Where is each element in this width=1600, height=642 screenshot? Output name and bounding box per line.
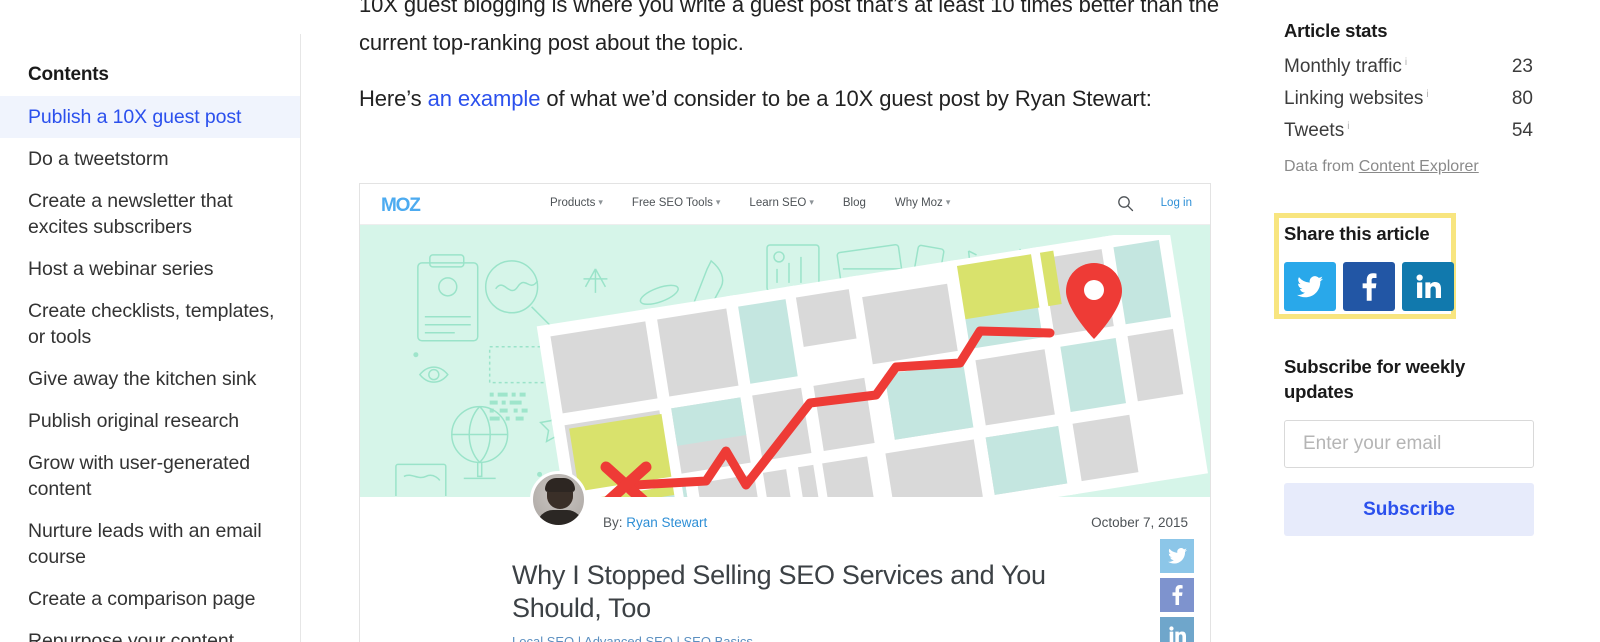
toc-item-host-a-webinar-series[interactable]: Host a webinar series <box>0 248 300 290</box>
stat-value-monthly-traffic: 23 <box>1511 56 1533 77</box>
toc-item-create-a-newsletter[interactable]: Create a newsletter that excites subscri… <box>0 180 300 248</box>
stat-label-text: Linking websites <box>1284 88 1424 109</box>
moz-nav-free-seo-tools-label: Free SEO Tools <box>631 197 713 209</box>
toc-item-publish-original-research[interactable]: Publish original research <box>0 400 300 442</box>
search-icon[interactable] <box>1117 195 1134 212</box>
byline-prefix: By: <box>603 515 627 530</box>
embed-share-rail <box>1160 539 1194 642</box>
stat-value-tweets: 54 <box>1511 120 1533 141</box>
stat-value-linking-websites: 80 <box>1511 88 1533 109</box>
byline-author-name[interactable]: Ryan Stewart <box>626 515 707 530</box>
embedded-screenshot-moz-article: MOZ Products ▾ Free SEO Tools ▾ Learn SEO ▾… <box>359 183 1211 642</box>
facebook-icon <box>1362 272 1376 301</box>
moz-login-link[interactable]: Log in <box>1161 197 1192 209</box>
article-stats-heading: Article stats <box>1284 20 1388 41</box>
share-facebook-button[interactable] <box>1343 262 1395 311</box>
moz-navbar: MOZ Products ▾ Free SEO Tools ▾ Learn SEO ▾… <box>360 184 1210 225</box>
share-twitter-button[interactable] <box>1284 262 1336 311</box>
toc-item-give-away-kitchen-sink[interactable]: Give away the kitchen sink <box>0 358 300 400</box>
stat-label-linking-websites: Linking websites i <box>1284 88 1429 110</box>
info-icon[interactable]: i <box>1347 121 1349 132</box>
embed-article-categories[interactable]: Local SEO | Advanced SEO | SEO Basics <box>512 634 1210 642</box>
embed-article-body: Why I Stopped Selling SEO Services and Y… <box>360 541 1210 642</box>
article-page: Contents Publish a 10X guest post Do a t… <box>0 0 1600 642</box>
avatar <box>530 471 587 528</box>
stat-label-tweets: Tweets i <box>1284 120 1349 142</box>
toc-item-repurpose-your-content[interactable]: Repurpose your content <box>0 620 300 642</box>
stats-source-line: Data from Content Explorer <box>1284 158 1479 176</box>
byline-author-line: By: Ryan Stewart <box>603 515 707 530</box>
table-of-contents-sidebar: Contents Publish a 10X guest post Do a t… <box>0 0 301 642</box>
embed-share-twitter-icon[interactable] <box>1160 539 1194 573</box>
toc-item-create-checklists[interactable]: Create checklists, templates, or tools <box>0 290 300 358</box>
content-explorer-link[interactable]: Content Explorer <box>1359 158 1479 175</box>
share-this-article-heading: Share this article <box>1284 223 1430 244</box>
embed-share-linkedin-icon[interactable] <box>1160 617 1194 642</box>
toc-list: Publish a 10X guest post Do a tweetstorm… <box>0 96 300 642</box>
toc-item-create-comparison-page[interactable]: Create a comparison page <box>0 578 300 620</box>
paragraph-2-prefix: Here’s <box>359 86 428 111</box>
linkedin-icon <box>1416 274 1441 298</box>
embed-byline-bar: By: Ryan Stewart October 7, 2015 <box>360 471 1210 541</box>
article-paragraph-1: 10X guest blogging is where you write a … <box>359 0 1220 55</box>
moz-nav-free-seo-tools[interactable]: Free SEO Tools ▾ <box>632 197 721 209</box>
paragraph-2-suffix: of what we’d consider to be a 10X guest … <box>540 86 1152 111</box>
stat-label-monthly-traffic: Monthly traffic i <box>1284 56 1407 78</box>
moz-logo[interactable]: MOZ <box>381 195 421 217</box>
info-icon[interactable]: i <box>1426 89 1428 100</box>
chevron-down-icon: ▾ <box>598 197 603 207</box>
moz-nav-learn-seo[interactable]: Learn SEO ▾ <box>749 197 813 209</box>
right-sidebar: Article stats Monthly traffic i 23 Linkin… <box>1274 0 1600 642</box>
embed-share-facebook-icon[interactable] <box>1160 578 1194 612</box>
chevron-down-icon: ▾ <box>945 197 951 207</box>
moz-nav-learn-seo-label: Learn SEO <box>749 197 807 209</box>
email-field[interactable] <box>1284 420 1534 468</box>
stats-source-prefix: Data from <box>1284 158 1359 175</box>
moz-nav-products[interactable]: Products ▾ <box>550 197 603 209</box>
sidebar-divider <box>300 34 301 642</box>
article-main-column: 10X guest blogging is where you write a … <box>359 0 1229 642</box>
an-example-link[interactable]: an example <box>428 86 541 111</box>
byline-date: October 7, 2015 <box>1091 515 1188 530</box>
article-paragraph-2: Here’s an example of what we’d consider … <box>359 80 1221 118</box>
moz-nav-blog[interactable]: Blog <box>843 197 866 209</box>
toc-item-nurture-leads-email-course[interactable]: Nurture leads with an email course <box>0 510 300 578</box>
subscribe-button[interactable]: Subscribe <box>1284 483 1534 536</box>
chevron-down-icon: ▾ <box>809 197 814 207</box>
moz-nav-why-moz[interactable]: Why Moz ▾ <box>895 197 950 209</box>
stat-label-text: Tweets <box>1284 120 1345 141</box>
chevron-down-icon: ▾ <box>715 197 721 207</box>
toc-item-do-a-tweetstorm[interactable]: Do a tweetstorm <box>0 138 300 180</box>
info-icon[interactable]: i <box>1405 57 1407 68</box>
embed-article-title: Why I Stopped Selling SEO Services and Y… <box>512 560 1046 623</box>
contents-heading: Contents <box>28 64 109 85</box>
toc-item-publish-10x-guest-post[interactable]: Publish a 10X guest post <box>0 96 300 138</box>
moz-nav-links: Products ▾ Free SEO Tools ▾ Learn SEO ▾ Blo… <box>550 197 950 209</box>
twitter-icon <box>1297 275 1323 297</box>
map-illustration-icon <box>536 235 1208 497</box>
toc-item-user-generated-content[interactable]: Grow with user-generated content <box>0 442 300 510</box>
hero-illustration <box>360 225 1210 497</box>
stat-label-text: Monthly traffic <box>1284 56 1402 77</box>
share-buttons-group <box>1284 262 1454 311</box>
share-linkedin-button[interactable] <box>1402 262 1454 311</box>
moz-nav-why-moz-label: Why Moz <box>894 197 943 209</box>
moz-nav-products-label: Products <box>550 197 596 209</box>
